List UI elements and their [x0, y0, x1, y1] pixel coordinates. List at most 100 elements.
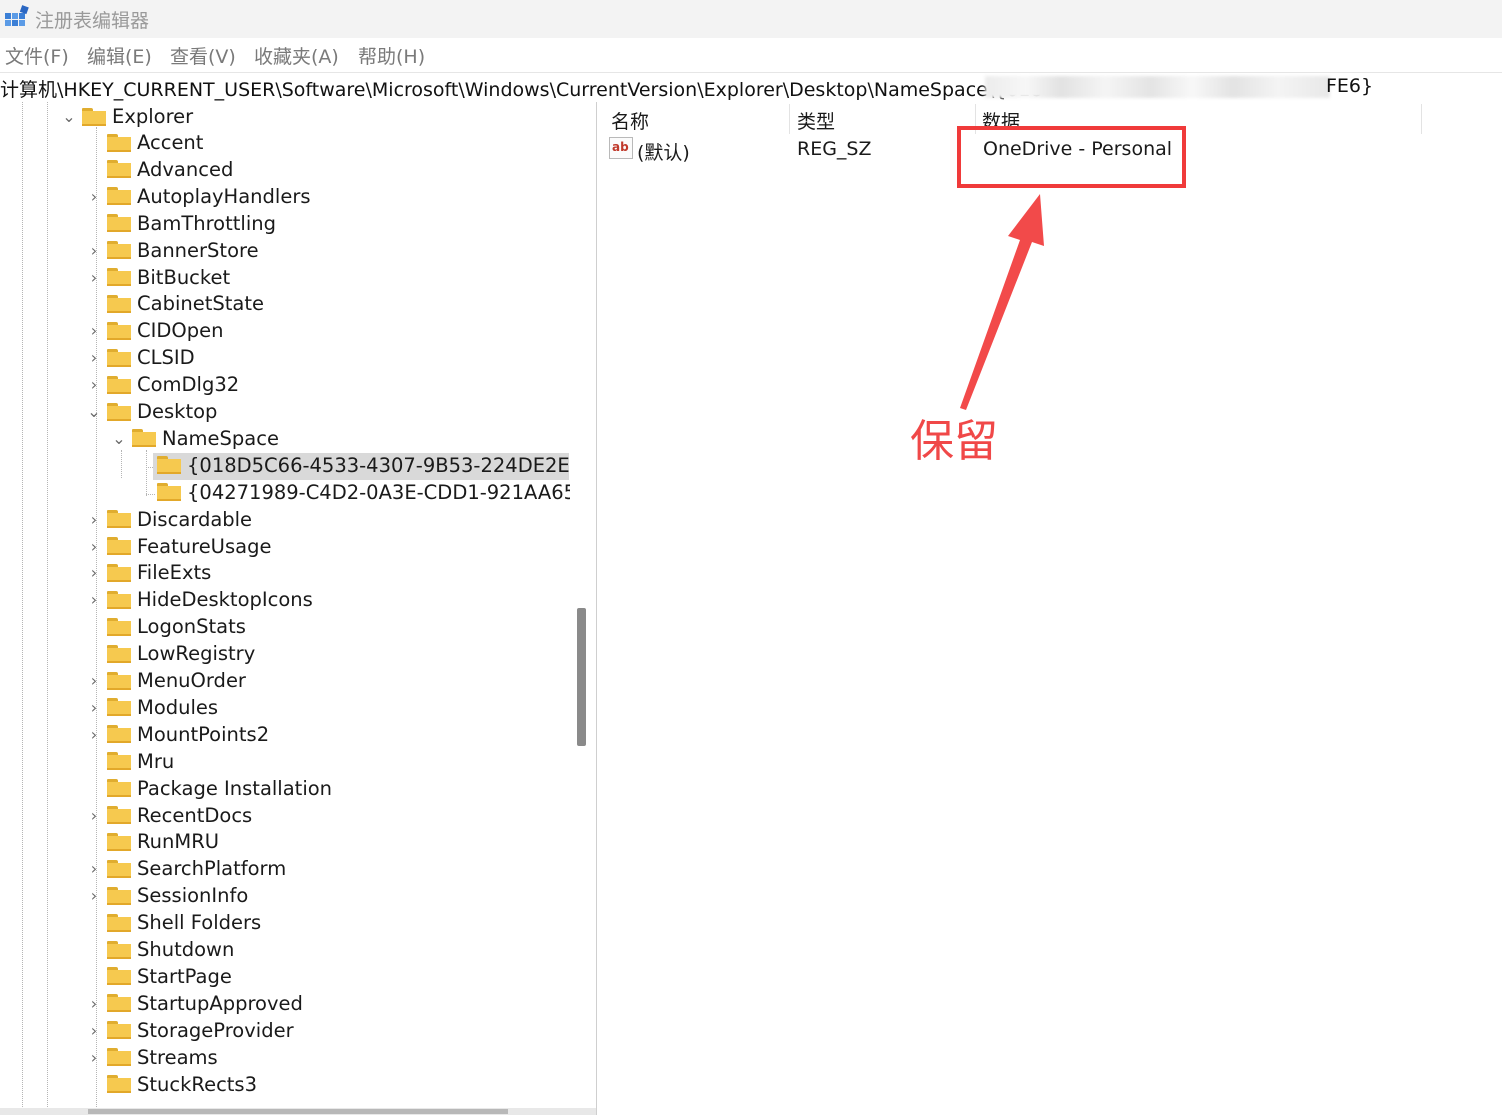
chevron-right-icon[interactable]: › [85, 240, 103, 260]
tree-node[interactable]: › Modules [85, 694, 218, 721]
chevron-right-icon[interactable]: › [85, 805, 103, 825]
chevron-right-icon[interactable]: › [85, 509, 103, 529]
tree-node[interactable]: › Discardable [85, 506, 252, 533]
folder-icon [107, 1075, 131, 1093]
column-header-name[interactable]: 名称 [611, 107, 649, 134]
tree-vertical-scrollbar[interactable] [570, 102, 596, 1115]
folder-icon [107, 590, 131, 609]
tree-node[interactable]: › ComDlg32 [85, 371, 239, 398]
folder-icon [107, 537, 131, 555]
folder-icon [107, 886, 131, 905]
tree-node[interactable]: › MountPoints2 [85, 721, 269, 748]
chevron-right-icon[interactable]: › [85, 1020, 103, 1040]
column-separator[interactable] [789, 104, 790, 134]
tree-horizontal-scrollbar[interactable] [0, 1108, 596, 1115]
menu-view[interactable]: 查看(V) [170, 42, 236, 69]
tree-node[interactable]: › SearchPlatform [85, 855, 286, 882]
folder-icon [107, 1021, 131, 1040]
address-bar[interactable]: 计算机\HKEY_CURRENT_USER\Software\Microsoft… [0, 72, 1502, 103]
tree-connector [85, 832, 103, 852]
chevron-right-icon[interactable]: › [85, 886, 103, 906]
tree-connector [85, 913, 103, 933]
tree-node[interactable]: Shutdown [85, 936, 234, 963]
folder-icon [107, 214, 131, 233]
menu-edit[interactable]: 编辑(E) [87, 42, 152, 69]
chevron-right-icon[interactable]: › [85, 375, 103, 395]
tree-node[interactable]: Package Installation [85, 775, 332, 802]
tree-node[interactable]: › FeatureUsage [85, 533, 272, 560]
column-header-type[interactable]: 类型 [797, 107, 835, 134]
tree-node-selected[interactable]: {018D5C66-4533-4307-9B53-224DE2ED1I [135, 452, 570, 479]
tree-node[interactable]: Shell Folders [85, 909, 261, 936]
tree-connector [85, 778, 103, 798]
annotation-highlight-box [957, 126, 1186, 188]
folder-icon [107, 644, 131, 663]
tree-node-namespace[interactable]: ⌄ NameSpace [110, 425, 279, 452]
chevron-right-icon[interactable]: › [85, 724, 103, 744]
tree-node[interactable]: Advanced [85, 156, 233, 183]
tree-connector [85, 751, 103, 771]
folder-icon [157, 483, 181, 502]
tree-node[interactable]: Accent [85, 129, 203, 156]
tree-node[interactable]: › FileExts [85, 559, 212, 586]
chevron-right-icon[interactable]: › [85, 1047, 103, 1067]
folder-icon [107, 779, 131, 798]
tree-node[interactable]: › AutoplayHandlers [85, 183, 311, 210]
chevron-right-icon[interactable]: › [85, 536, 103, 556]
tree-node[interactable]: LowRegistry [85, 640, 255, 667]
tree-node[interactable]: › CLSID [85, 344, 195, 371]
tree-node[interactable]: › MenuOrder [85, 667, 246, 694]
tree-node[interactable]: › StartupApproved [85, 990, 303, 1017]
regedit-app-icon [5, 5, 29, 26]
tree-node[interactable]: BamThrottling [85, 210, 276, 237]
folder-icon [157, 456, 181, 475]
annotation-label: 保留 [910, 416, 998, 467]
tree-node[interactable]: RunMRU [85, 828, 219, 855]
folder-icon [107, 160, 131, 179]
tree-node[interactable]: CabinetState [85, 290, 264, 317]
tree-node[interactable]: › StorageProvider [85, 1017, 294, 1044]
chevron-right-icon[interactable]: › [85, 186, 103, 206]
column-separator[interactable] [1421, 104, 1422, 134]
folder-icon [107, 994, 131, 1013]
tree-guide [22, 102, 23, 1115]
chevron-right-icon[interactable]: › [85, 859, 103, 879]
tree-node[interactable]: › BannerStore [85, 237, 259, 264]
tree-node[interactable]: › RecentDocs [85, 802, 252, 829]
title-bar: 注册表编辑器 [0, 0, 1502, 38]
window-title: 注册表编辑器 [35, 10, 150, 32]
tree-node[interactable]: › SessionInfo [85, 882, 249, 909]
chevron-right-icon[interactable]: › [85, 321, 103, 341]
menu-file[interactable]: 文件(F) [5, 42, 69, 69]
tree-node[interactable]: {04271989-C4D2-0A3E-CDD1-921AA6576 [135, 479, 570, 506]
tree-node[interactable]: ⌄ Desktop [85, 398, 217, 425]
menu-help[interactable]: 帮助(H) [358, 42, 425, 69]
chevron-down-icon[interactable]: ⌄ [60, 107, 78, 127]
chevron-right-icon[interactable]: › [85, 267, 103, 287]
tree-node[interactable]: › HideDesktopIcons [85, 586, 313, 613]
tree-node-explorer[interactable]: ⌄ Explorer [60, 103, 193, 130]
tree-node[interactable]: › BitBucket [85, 264, 230, 291]
chevron-down-icon[interactable]: ⌄ [110, 428, 128, 448]
menu-favorites[interactable]: 收藏夹(A) [254, 42, 339, 69]
chevron-right-icon[interactable]: › [85, 671, 103, 691]
tree-hscroll-thumb[interactable] [88, 1109, 508, 1114]
folder-icon [107, 859, 131, 878]
chevron-right-icon[interactable]: › [85, 563, 103, 583]
folder-icon [107, 698, 131, 717]
chevron-right-icon[interactable]: › [85, 348, 103, 368]
chevron-down-icon[interactable]: ⌄ [85, 402, 103, 422]
chevron-right-icon[interactable]: › [85, 697, 103, 717]
folder-icon [107, 133, 131, 152]
chevron-right-icon[interactable]: › [85, 590, 103, 610]
tree-node[interactable]: StartPage [85, 963, 232, 990]
chevron-right-icon[interactable]: › [85, 993, 103, 1013]
tree-node[interactable]: › Streams [85, 1044, 218, 1071]
tree-node[interactable]: StuckRects3 [85, 1071, 257, 1098]
tree-node[interactable]: › CIDOpen [85, 317, 224, 344]
folder-icon [107, 671, 131, 690]
tree-node[interactable]: Mru [85, 748, 174, 775]
key-tree[interactable]: ⌄ Explorer Accent Advanced › AutoplayHandle… [0, 102, 570, 1115]
tree-node[interactable]: LogonStats [85, 613, 246, 640]
tree-scroll-thumb[interactable] [577, 608, 586, 746]
